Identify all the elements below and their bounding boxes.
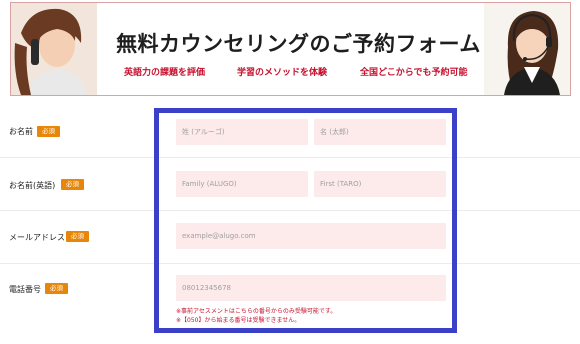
banner-title: 無料カウンセリングのご予約フォーム xyxy=(116,32,481,56)
name-english-label: お名前(英語) xyxy=(9,181,56,190)
email-input[interactable] xyxy=(176,223,446,249)
woman-with-headset-image xyxy=(484,3,570,95)
email-label: メールアドレス xyxy=(9,233,65,242)
name-row: お名前 必須 xyxy=(0,105,580,158)
phone-note-050: ※【050】から始まる番号は受験できません。 xyxy=(176,317,301,324)
phone-input[interactable] xyxy=(176,275,446,301)
banner-feature-nationwide: 全国どこからでも予約可能 xyxy=(360,68,468,78)
first-name-input[interactable] xyxy=(314,119,446,145)
required-badge: 必須 xyxy=(61,179,84,190)
woman-on-phone-image xyxy=(11,3,97,95)
banner-feature-assessment: 英語力の課題を評価 xyxy=(124,68,206,78)
name-label: お名前 xyxy=(9,127,33,136)
banner-feature-method: 学習のメソッドを体験 xyxy=(237,68,328,78)
email-row: メールアドレス 必須 xyxy=(0,211,580,264)
first-name-english-input[interactable] xyxy=(314,171,446,197)
phone-note-assessment: ※事前アセスメントはこちらの番号からのみ受験可能です。 xyxy=(176,308,337,315)
counseling-banner: 無料カウンセリングのご予約フォーム 英語力の課題を評価 学習のメソッドを体験 全… xyxy=(10,2,571,96)
required-badge: 必須 xyxy=(37,126,60,137)
required-badge: 必須 xyxy=(66,231,89,242)
phone-label: 電話番号 xyxy=(9,285,41,294)
last-name-english-input[interactable] xyxy=(176,171,308,197)
phone-row: 電話番号 必須 ※事前アセスメントはこちらの番号からのみ受験可能です。 ※【05… xyxy=(0,264,580,338)
name-english-row: お名前(英語) 必須 xyxy=(0,158,580,211)
required-badge: 必須 xyxy=(45,283,68,294)
last-name-input[interactable] xyxy=(176,119,308,145)
